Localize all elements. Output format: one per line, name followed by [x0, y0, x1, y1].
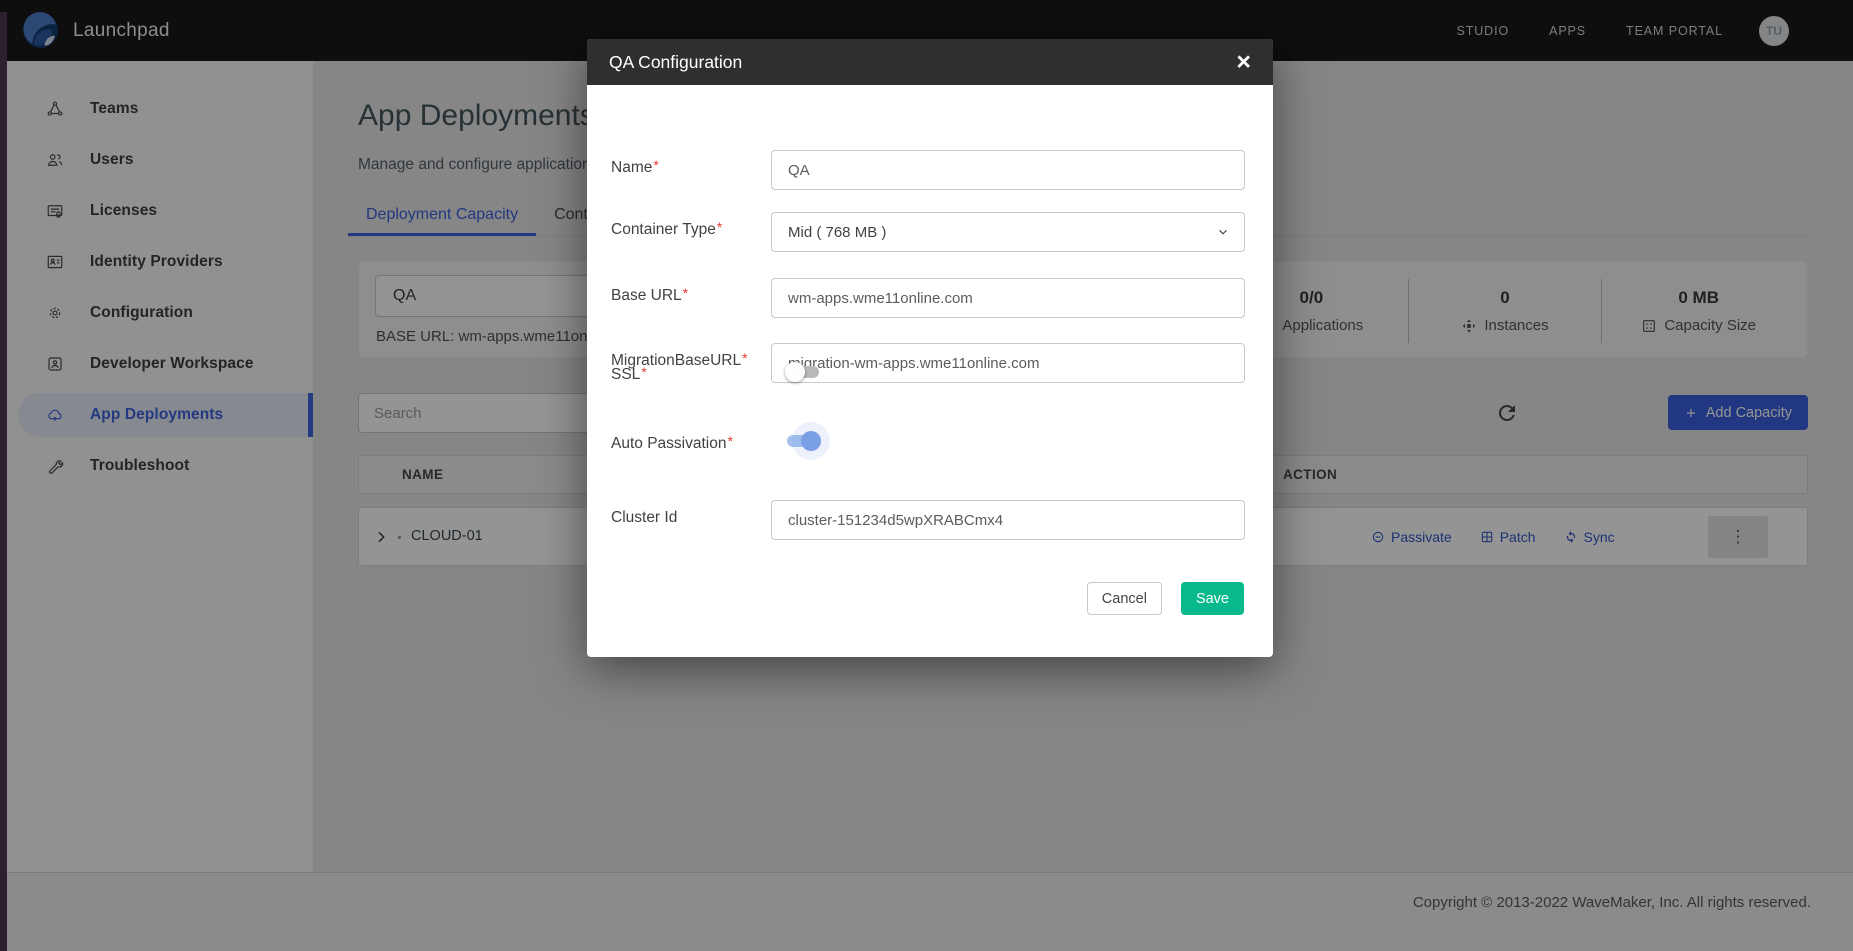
field-label: Auto Passivation* — [611, 435, 769, 453]
required-asterisk: * — [653, 157, 658, 173]
modal-title: QA Configuration — [609, 52, 742, 73]
container-type-value: Mid ( 768 MB ) — [788, 224, 886, 241]
window-edge — [0, 12, 7, 951]
base-url-field[interactable] — [771, 278, 1245, 318]
required-asterisk: * — [742, 350, 747, 366]
container-type-select[interactable]: Mid ( 768 MB ) — [771, 212, 1245, 252]
required-asterisk: * — [683, 285, 688, 301]
field-label: SSL* — [611, 366, 769, 384]
chevron-down-icon — [1216, 225, 1230, 239]
field-label: Container Type* — [611, 221, 769, 239]
required-asterisk: * — [727, 433, 732, 449]
field-label: Cluster Id — [611, 509, 769, 527]
field-label: Base URL* — [611, 287, 769, 305]
required-asterisk: * — [717, 219, 722, 235]
cluster-id-field[interactable] — [771, 500, 1245, 540]
save-button[interactable]: Save — [1181, 582, 1244, 615]
cancel-button[interactable]: Cancel — [1087, 582, 1162, 615]
modal-header: QA Configuration × — [587, 39, 1273, 85]
close-icon[interactable]: × — [1236, 50, 1251, 75]
qa-configuration-modal: QA Configuration × Name* Container Type*… — [587, 39, 1273, 657]
required-asterisk: * — [641, 364, 646, 380]
modal-buttons: Cancel Save — [1087, 582, 1244, 615]
name-field[interactable] — [771, 150, 1245, 190]
field-label: Name* — [611, 159, 769, 177]
